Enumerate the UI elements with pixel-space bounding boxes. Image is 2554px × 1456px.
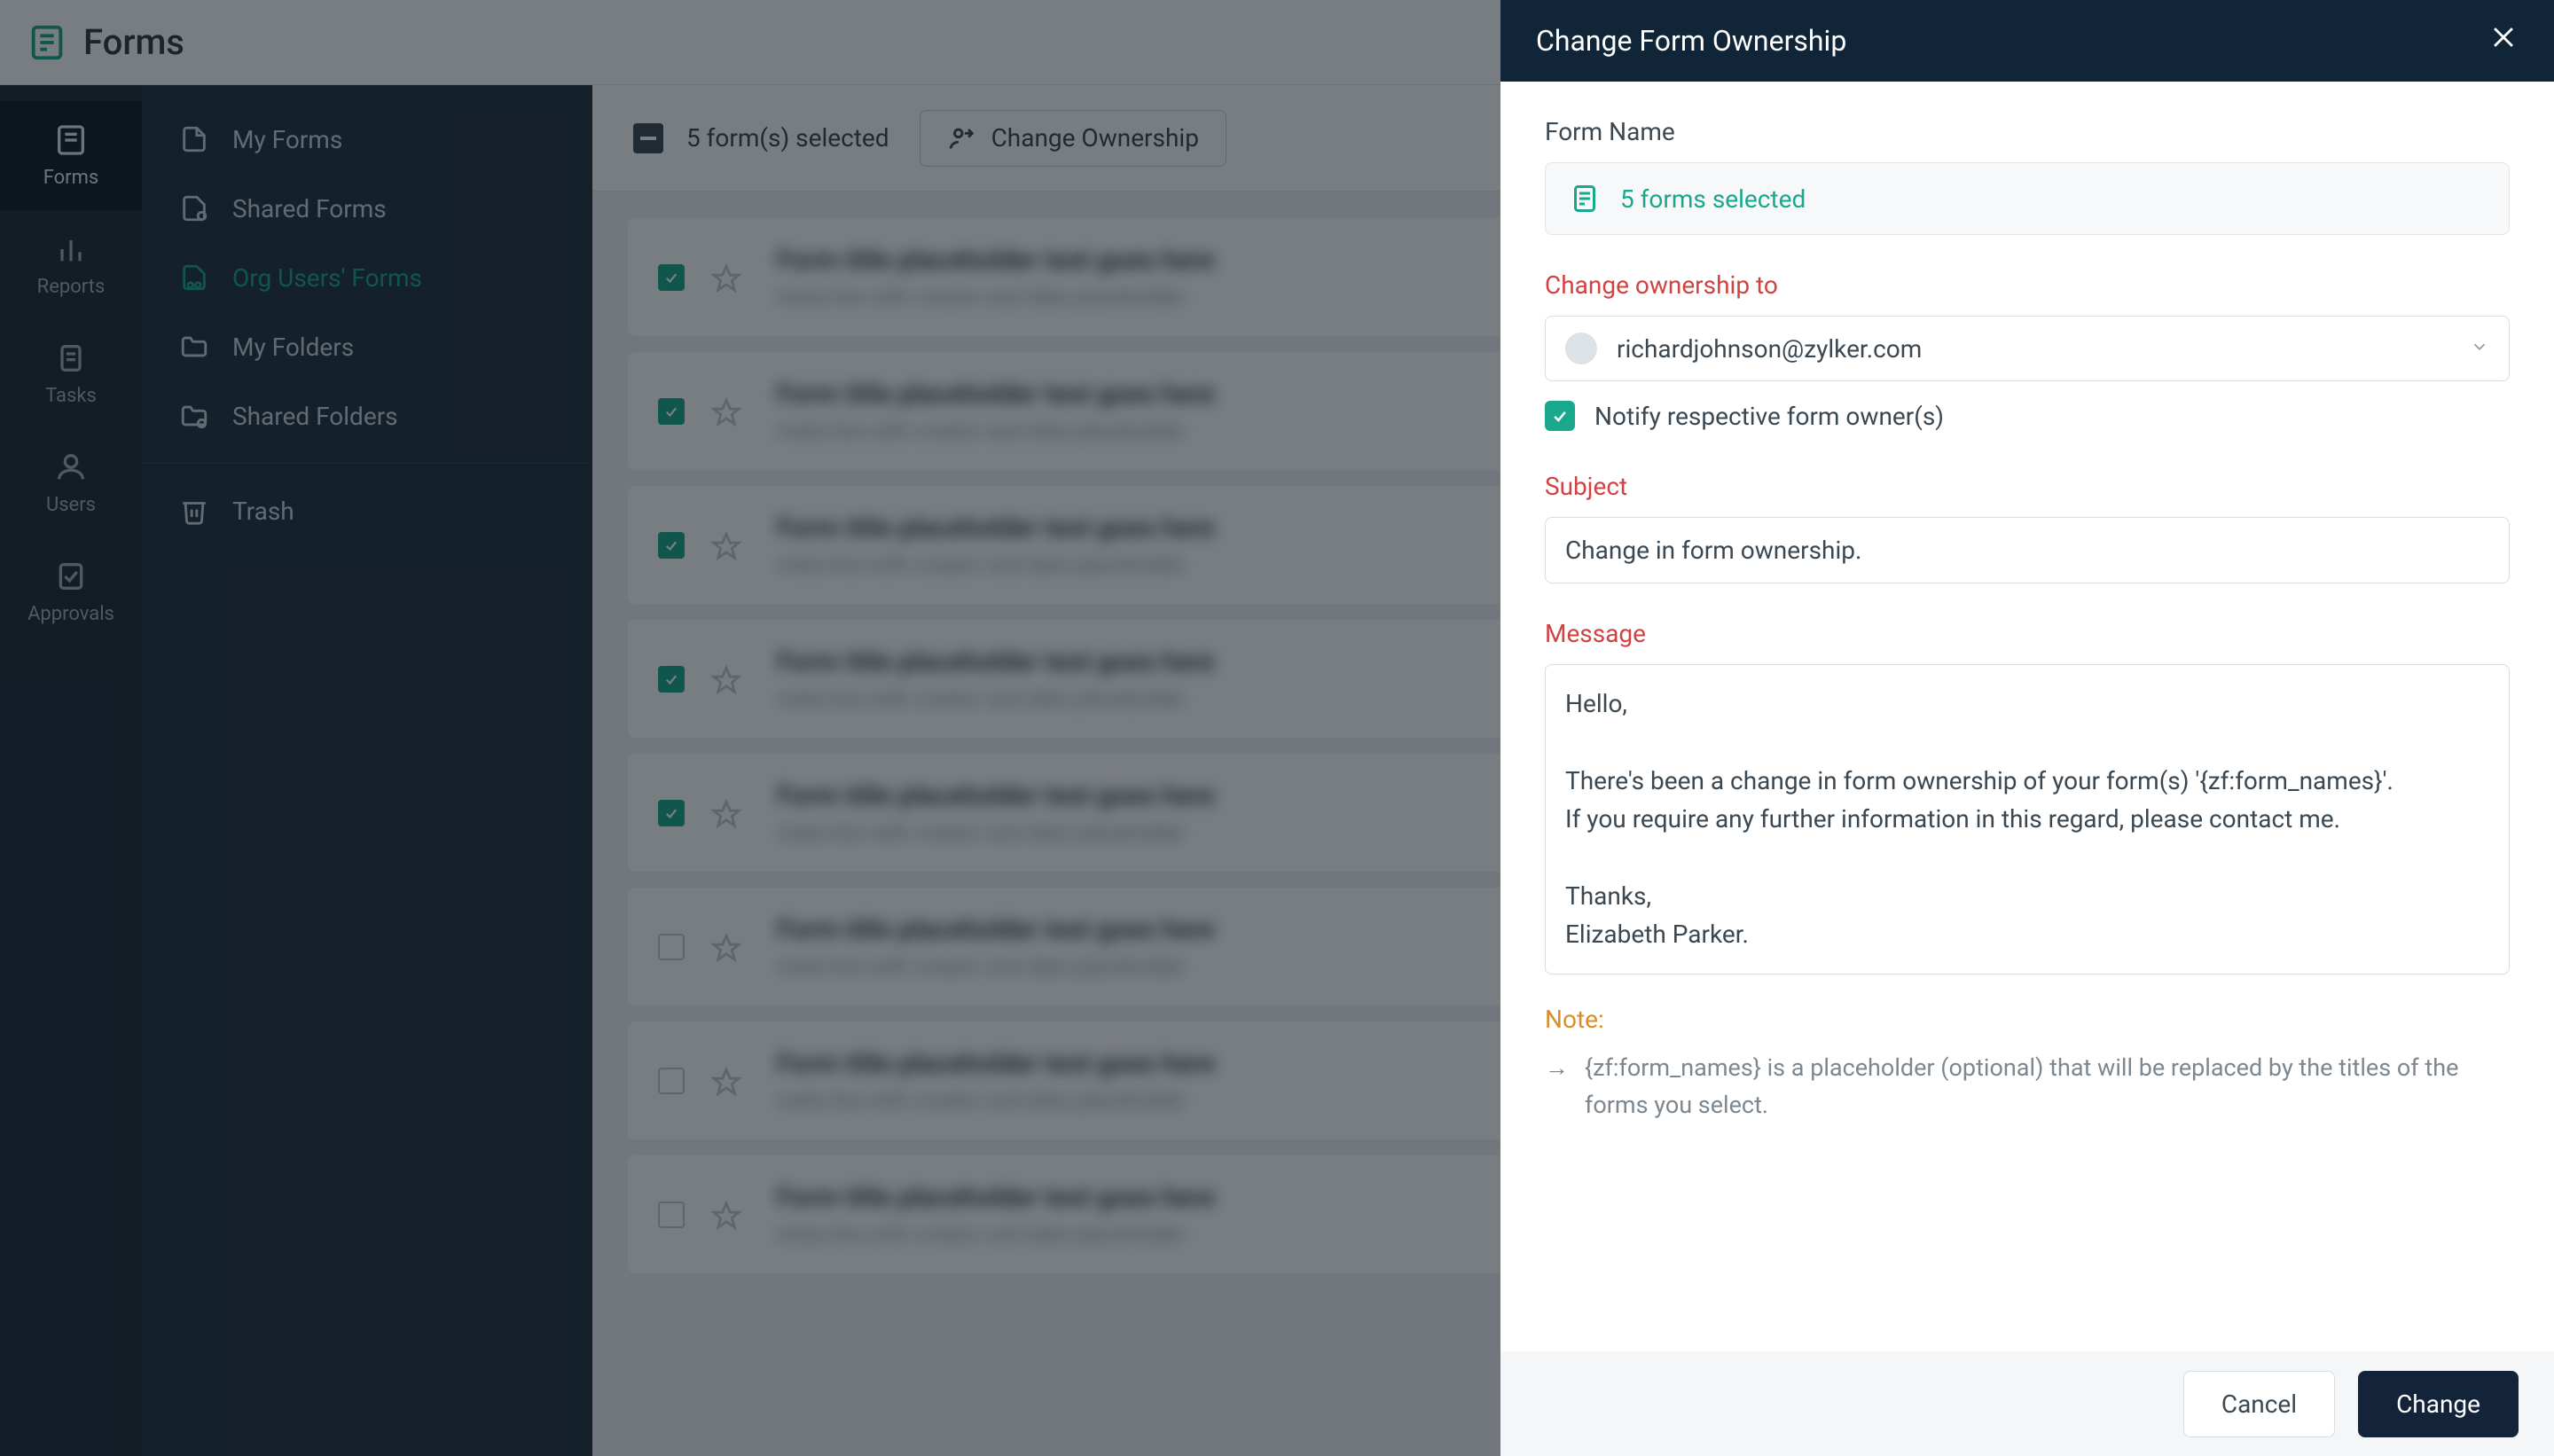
form-icon	[1569, 183, 1601, 215]
notify-checkbox[interactable]	[1545, 401, 1575, 431]
check-icon	[1551, 407, 1569, 425]
change-ownership-to-label: Change ownership to	[1545, 270, 2510, 300]
note-item: → {zf:form_names} is a placeholder (opti…	[1545, 1050, 2510, 1124]
close-icon	[2488, 22, 2519, 52]
owner-email: richardjohnson@zylker.com	[1617, 334, 1922, 364]
note-text: {zf:form_names} is a placeholder (option…	[1585, 1050, 2510, 1124]
cancel-button[interactable]: Cancel	[2183, 1371, 2335, 1437]
chevron-down-icon	[2470, 337, 2489, 360]
change-ownership-modal: Change Form Ownership Form Name 5 forms …	[1500, 0, 2554, 1456]
form-name-label: Form Name	[1545, 117, 2510, 146]
change-button[interactable]: Change	[2358, 1371, 2519, 1437]
owner-select[interactable]: richardjohnson@zylker.com	[1545, 316, 2510, 381]
subject-input[interactable]	[1545, 517, 2510, 583]
note-label: Note:	[1545, 1005, 2510, 1034]
message-label: Message	[1545, 619, 2510, 648]
notify-label: Notify respective form owner(s)	[1594, 402, 1944, 431]
modal-header: Change Form Ownership	[1500, 0, 2554, 82]
close-button[interactable]	[2488, 22, 2519, 59]
modal-body: Form Name 5 forms selected Change owners…	[1500, 82, 2554, 1351]
modal-footer: Cancel Change	[1500, 1351, 2554, 1456]
selected-forms-chip: 5 forms selected	[1545, 162, 2510, 235]
subject-label: Subject	[1545, 472, 2510, 501]
avatar-icon	[1565, 333, 1597, 364]
notify-checkbox-row[interactable]: Notify respective form owner(s)	[1545, 401, 2510, 431]
selected-forms-text: 5 forms selected	[1620, 184, 1806, 214]
message-textarea[interactable]: Hello, There's been a change in form own…	[1545, 664, 2510, 975]
arrow-icon: →	[1545, 1050, 1569, 1124]
modal-title: Change Form Ownership	[1536, 24, 1846, 58]
